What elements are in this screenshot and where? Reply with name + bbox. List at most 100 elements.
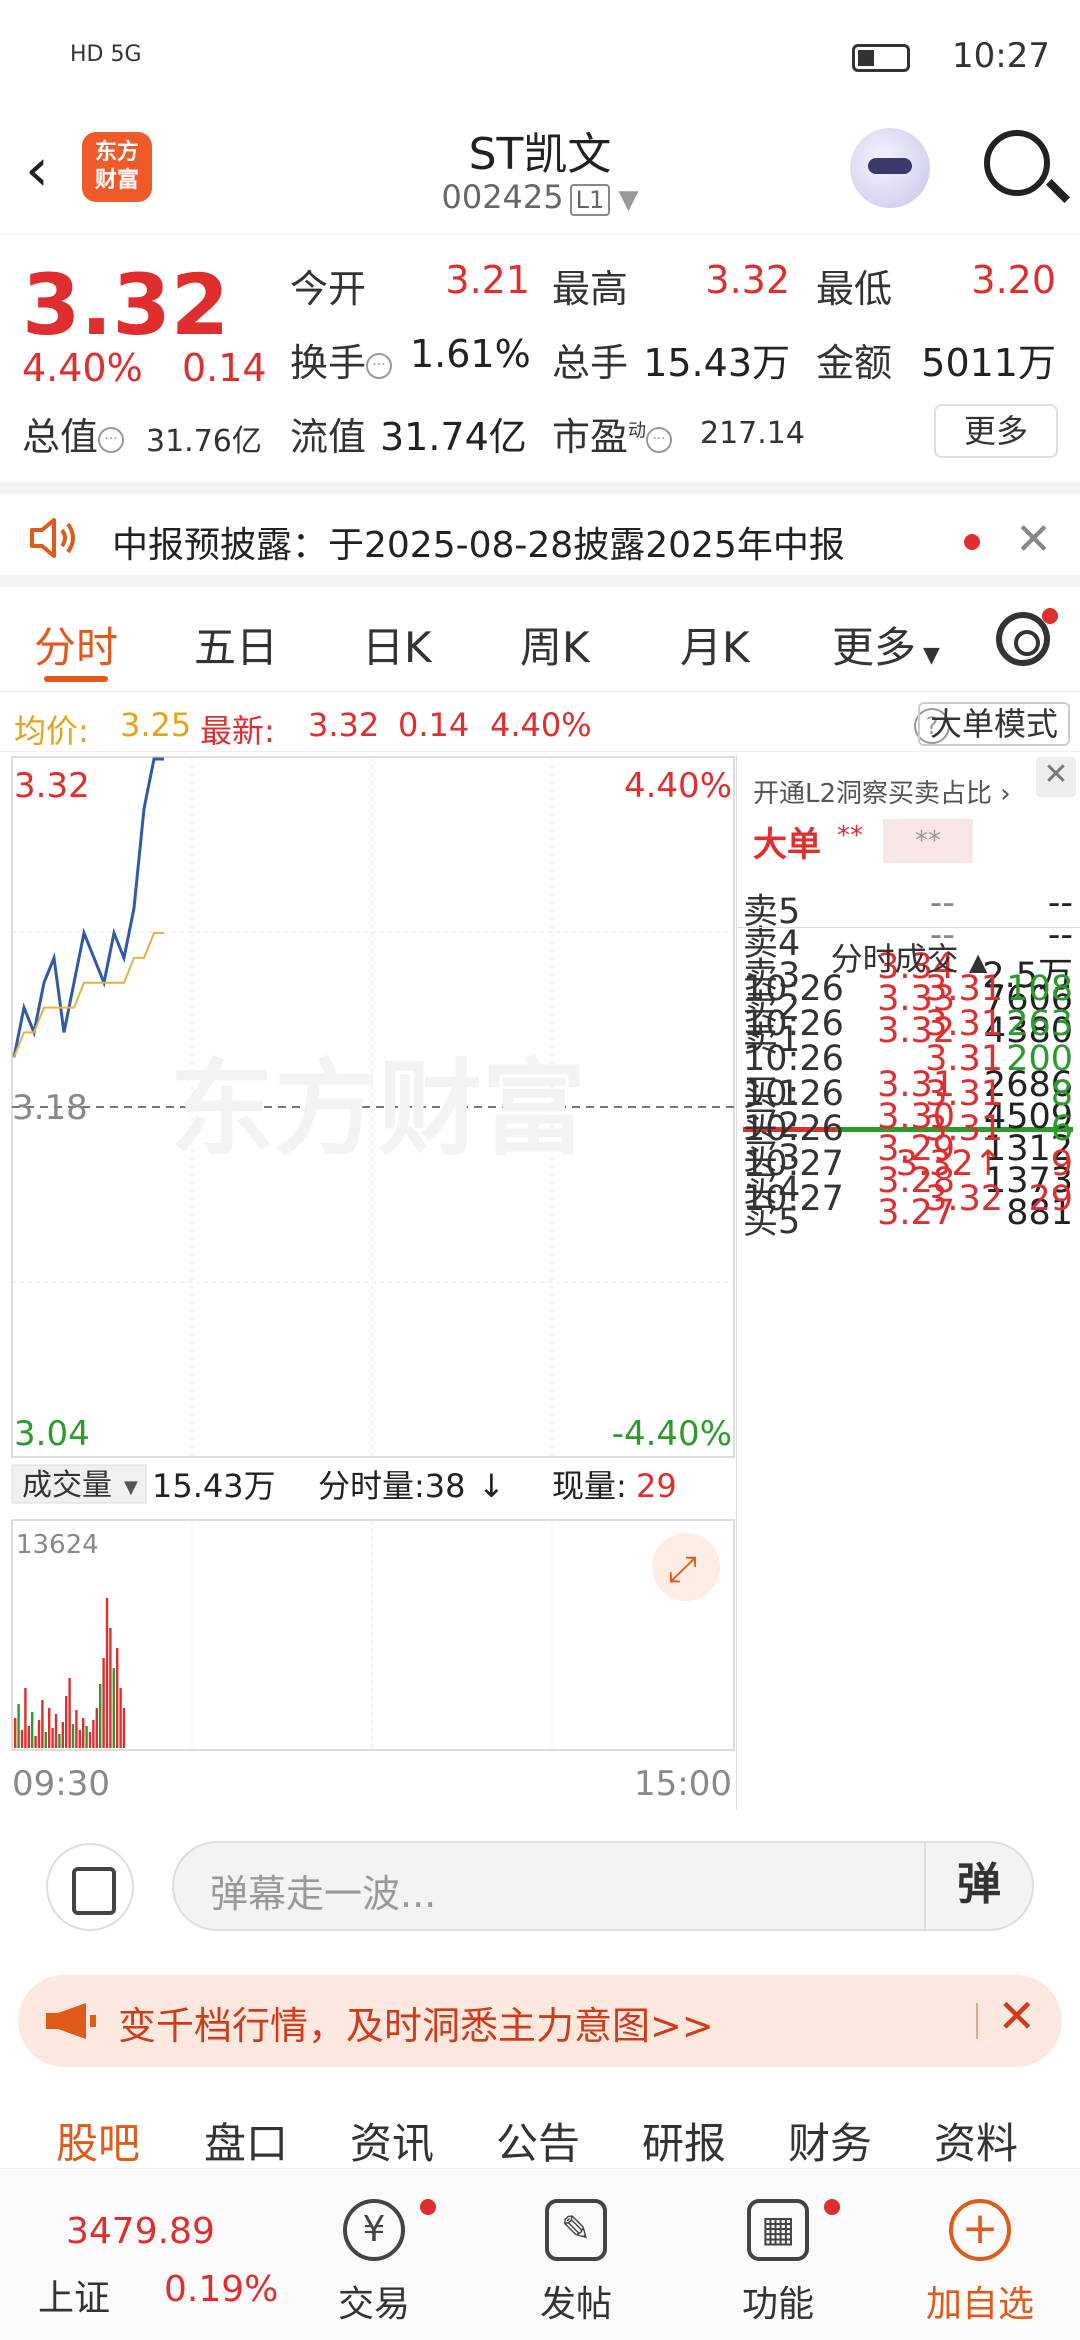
quote-panel: 3.32 4.40% 0.14 今开 3.21 最高 3.32 最低 3.20 …: [0, 236, 1080, 481]
tab-pankou[interactable]: 盘口: [204, 2110, 288, 2171]
nav-trade[interactable]: ¥ 交易: [304, 2199, 444, 2327]
volume-bar: [51, 1728, 54, 1748]
promo-text: 变千档行情，及时洞悉主力意图>>: [118, 2004, 714, 2048]
info-icon[interactable]: ···: [366, 352, 393, 379]
nav-add-watchlist[interactable]: + 加自选: [910, 2199, 1050, 2327]
index-percent: 0.19%: [164, 2269, 279, 2310]
tab-more[interactable]: 更多 ▼: [832, 614, 940, 675]
volume-selector[interactable]: 成交量: [22, 1468, 112, 1503]
tab-profile[interactable]: 资料: [934, 2110, 1018, 2171]
nav-functions[interactable]: ▦ 功能: [708, 2199, 848, 2327]
notice-banner[interactable]: 中报预披露：于2025-08-28披露2025年中报 ✕: [0, 482, 1080, 587]
promo-banner[interactable]: 变千档行情，及时洞悉主力意图>> ✕: [18, 1975, 1062, 2067]
tab-intraday[interactable]: 分时: [34, 614, 118, 675]
y-top-label: 3.32: [14, 766, 90, 806]
current-volume-label: 现量:: [552, 1467, 627, 1505]
nav-post[interactable]: ✎ 发帖: [506, 2199, 646, 2327]
minute-volume: 分时量:38: [318, 1467, 466, 1505]
content-tabs: 股吧 盘口 资讯 公告 研报 财务 资料: [0, 2100, 1080, 2170]
down-arrow-icon: ↓: [478, 1467, 505, 1505]
volume-bar: [54, 1714, 58, 1748]
latest-label: 最新:: [200, 712, 275, 750]
volume-bar: [44, 1732, 47, 1748]
volume-bar: [58, 1734, 61, 1748]
info-icon[interactable]: ···: [646, 426, 673, 453]
danmaku-input[interactable]: 弹幕走一波... 弹: [172, 1841, 1034, 1931]
nav-functions-dot: [824, 2199, 840, 2215]
tab-news[interactable]: 资讯: [350, 2110, 434, 2171]
l2-promo-link[interactable]: 开通L2洞察买卖占比 ›: [753, 773, 1011, 810]
tab-research[interactable]: 研报: [642, 2110, 726, 2171]
low-label: 最低: [816, 267, 893, 311]
volume-bar: [102, 1658, 105, 1748]
tick-row: 10:27 3.32 29: [743, 1179, 1073, 1219]
turnover-label: 换手 ···: [290, 332, 393, 387]
danmaku-placeholder: 弹幕走一波...: [210, 1872, 437, 1916]
volume-bar: [88, 1732, 92, 1748]
level-badge: L1: [569, 184, 611, 216]
close-icon[interactable]: ✕: [1015, 514, 1052, 565]
latest-change: 0.14: [398, 706, 470, 744]
volume-bar: [122, 1708, 126, 1748]
pct-bottom-label: -4.40%: [612, 1414, 732, 1454]
settings-dot: [1042, 608, 1058, 624]
volume-bar: [34, 1736, 37, 1748]
intraday-chart[interactable]: 东方财富 3.32 3.18 3.04 4.40% -4.40% 成交量 ▼ 1…: [0, 755, 736, 1810]
y-mid-label: 3.18: [12, 1088, 88, 1128]
tab-weekly-k[interactable]: 周K: [520, 614, 590, 675]
promo-divider: [976, 2003, 978, 2039]
expand-icon[interactable]: ⤢: [668, 1549, 697, 1590]
volume-bar: [61, 1722, 64, 1748]
pe-dynamic-sup: 动: [628, 420, 647, 442]
volume-bar: [78, 1730, 81, 1748]
volume-bar: [92, 1720, 95, 1748]
search-icon[interactable]: [984, 130, 1050, 196]
y-bottom-label: 3.04: [14, 1414, 90, 1454]
time-start: 09:30: [12, 1764, 110, 1804]
tab-five-day[interactable]: 五日: [194, 614, 278, 675]
volume-bar: [20, 1730, 24, 1748]
tab-monthly-k[interactable]: 月K: [680, 614, 750, 675]
tab-daily-k[interactable]: 日K: [362, 614, 432, 675]
grid-icon: ▦: [747, 2199, 809, 2261]
notes-icon[interactable]: [46, 1843, 134, 1931]
edit-icon: ✎: [545, 2199, 607, 2261]
info-icon[interactable]: ···: [98, 426, 125, 453]
tab-announcements[interactable]: 公告: [496, 2110, 580, 2171]
volume-bar: [24, 1688, 27, 1748]
status-time: 10:27: [952, 36, 1050, 76]
close-icon[interactable]: ✕: [997, 1989, 1036, 2043]
volume-bar: [99, 1684, 102, 1748]
big-order-masked: **: [883, 819, 973, 863]
amount-label: 金额: [816, 341, 893, 385]
volume-bar: [65, 1696, 68, 1748]
volume-bar: [71, 1724, 75, 1748]
settings-gear-icon[interactable]: [996, 612, 1050, 666]
speaker-icon: [30, 518, 75, 558]
assistant-robot-icon[interactable]: [850, 128, 930, 208]
high-label: 最高: [552, 267, 629, 311]
volume-bar: [41, 1700, 44, 1748]
volume-bar: [17, 1704, 20, 1748]
latest-value: 3.32: [308, 706, 380, 744]
float-value: 31.74亿: [380, 415, 527, 459]
change-percent: 4.40%: [22, 346, 143, 390]
chart-svg: 东方财富 3.32 3.18 3.04 4.40% -4.40% 成交量 ▼ 1…: [11, 756, 735, 1804]
chevron-down-icon: ▼: [916, 643, 940, 668]
stock-code: 002425: [441, 178, 564, 216]
big-order-mode-button[interactable]: 大单模式: [917, 702, 1070, 746]
battery-icon: [852, 44, 910, 72]
tab-finance[interactable]: 财务: [788, 2110, 872, 2171]
more-button[interactable]: 更多: [934, 404, 1058, 458]
tab-guba[interactable]: 股吧: [56, 2110, 140, 2171]
volume-grid: [191, 1520, 553, 1750]
nav-add-label: 加自选: [925, 2284, 1034, 2325]
mktcap-label: 总值 ···: [22, 406, 125, 461]
last-price: 3.32: [22, 256, 230, 354]
low-value: 3.20: [971, 258, 1056, 302]
danmaku-toggle-button[interactable]: 弹: [924, 1841, 1032, 1931]
volume-bar: [31, 1712, 34, 1748]
float-label: 流值: [290, 415, 367, 459]
close-icon[interactable]: ✕: [1036, 757, 1076, 797]
mktcap-value: 31.76亿: [146, 424, 262, 459]
